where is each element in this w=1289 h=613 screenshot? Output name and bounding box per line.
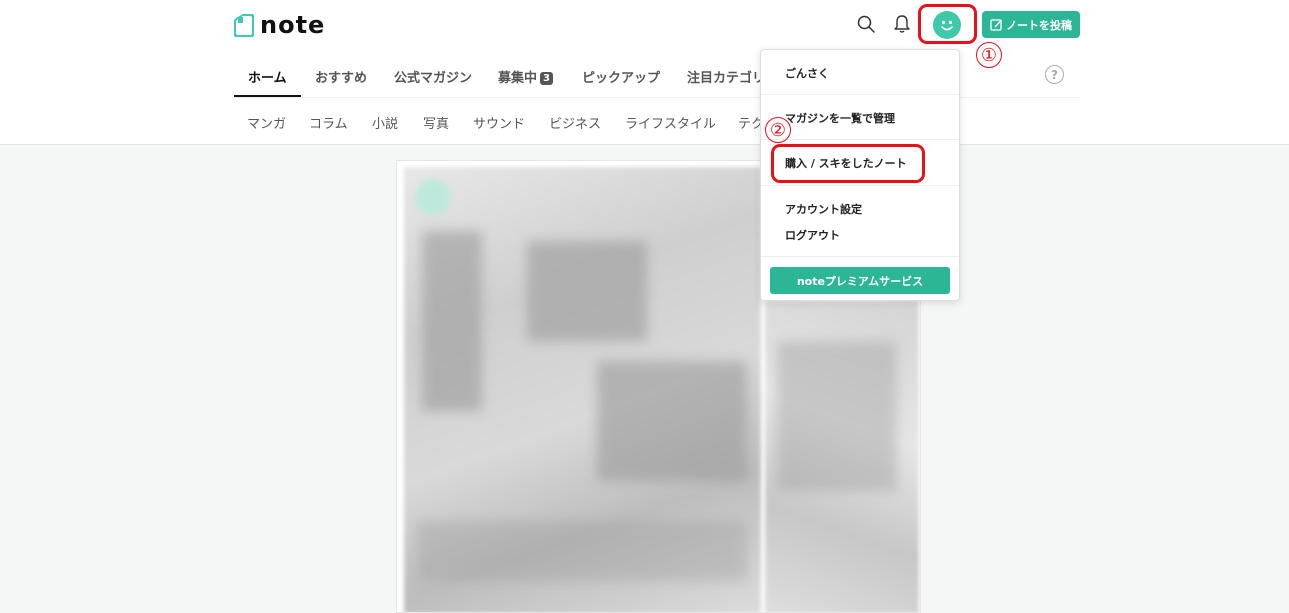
category-sound[interactable]: サウンド — [473, 113, 525, 132]
category-business[interactable]: ビジネス — [549, 113, 601, 132]
blurred-shape — [527, 241, 647, 341]
note-logo[interactable]: note — [234, 13, 325, 37]
premium-service-button[interactable]: noteプレミアムサービス — [770, 267, 950, 294]
tab-featured-category[interactable]: 注目カテゴリ — [687, 67, 765, 86]
note-logo-icon — [234, 13, 254, 37]
tab-pickup[interactable]: ピックアップ — [582, 67, 660, 86]
menu-username[interactable]: ごんさく — [785, 65, 829, 81]
edit-icon — [990, 19, 1002, 31]
menu-logout[interactable]: ログアウト — [785, 227, 840, 243]
category-novel[interactable]: 小説 — [372, 113, 398, 132]
blurred-shape — [422, 231, 482, 411]
menu-magazine-manage[interactable]: マガジンを一覧で管理 — [785, 110, 895, 126]
post-note-button[interactable]: ノートを投稿 — [982, 11, 1080, 38]
tab-recruiting-label: 募集中 — [498, 71, 538, 86]
menu-purchased-liked-notes[interactable]: 購入 / スキをしたノート — [785, 155, 907, 171]
category-manga[interactable]: マンガ — [247, 113, 286, 132]
tab-official-magazine[interactable]: 公式マガジン — [394, 67, 472, 86]
bell-icon[interactable] — [892, 14, 912, 34]
category-column[interactable]: コラム — [309, 113, 348, 132]
callout-two: ② — [765, 117, 791, 143]
site-header: note ノートを投稿 ① ホーム おすすめ 公式マガジン 募集中 3 ピックア… — [0, 0, 1289, 145]
blurred-shape — [777, 341, 897, 491]
help-icon[interactable]: ? — [1045, 65, 1064, 84]
logo-text: note — [260, 11, 326, 39]
blurred-author-avatar — [415, 179, 451, 215]
category-lifestyle[interactable]: ライフスタイル — [625, 113, 716, 132]
menu-account-settings[interactable]: アカウント設定 — [785, 201, 862, 217]
menu-divider — [761, 94, 959, 95]
user-avatar[interactable] — [933, 11, 961, 39]
menu-divider — [761, 185, 959, 186]
post-note-label: ノートを投稿 — [1006, 18, 1072, 32]
recruiting-count-badge: 3 — [540, 72, 553, 85]
tab-home[interactable]: ホーム — [248, 67, 287, 86]
menu-divider — [761, 139, 959, 140]
menu-divider — [761, 256, 959, 257]
category-photo[interactable]: 写真 — [423, 113, 449, 132]
tab-recommended[interactable]: おすすめ — [315, 67, 367, 86]
blurred-shape — [417, 521, 747, 581]
smile-icon — [941, 20, 953, 31]
search-icon[interactable] — [856, 14, 876, 34]
active-tab-indicator — [234, 95, 301, 97]
tab-recruiting[interactable]: 募集中 3 — [498, 67, 553, 86]
blurred-shape — [597, 361, 747, 481]
user-dropdown-menu: ごんさく マガジンを一覧で管理 購入 / スキをしたノート アカウント設定 ログ… — [760, 49, 960, 301]
avatar-highlight — [918, 4, 977, 44]
